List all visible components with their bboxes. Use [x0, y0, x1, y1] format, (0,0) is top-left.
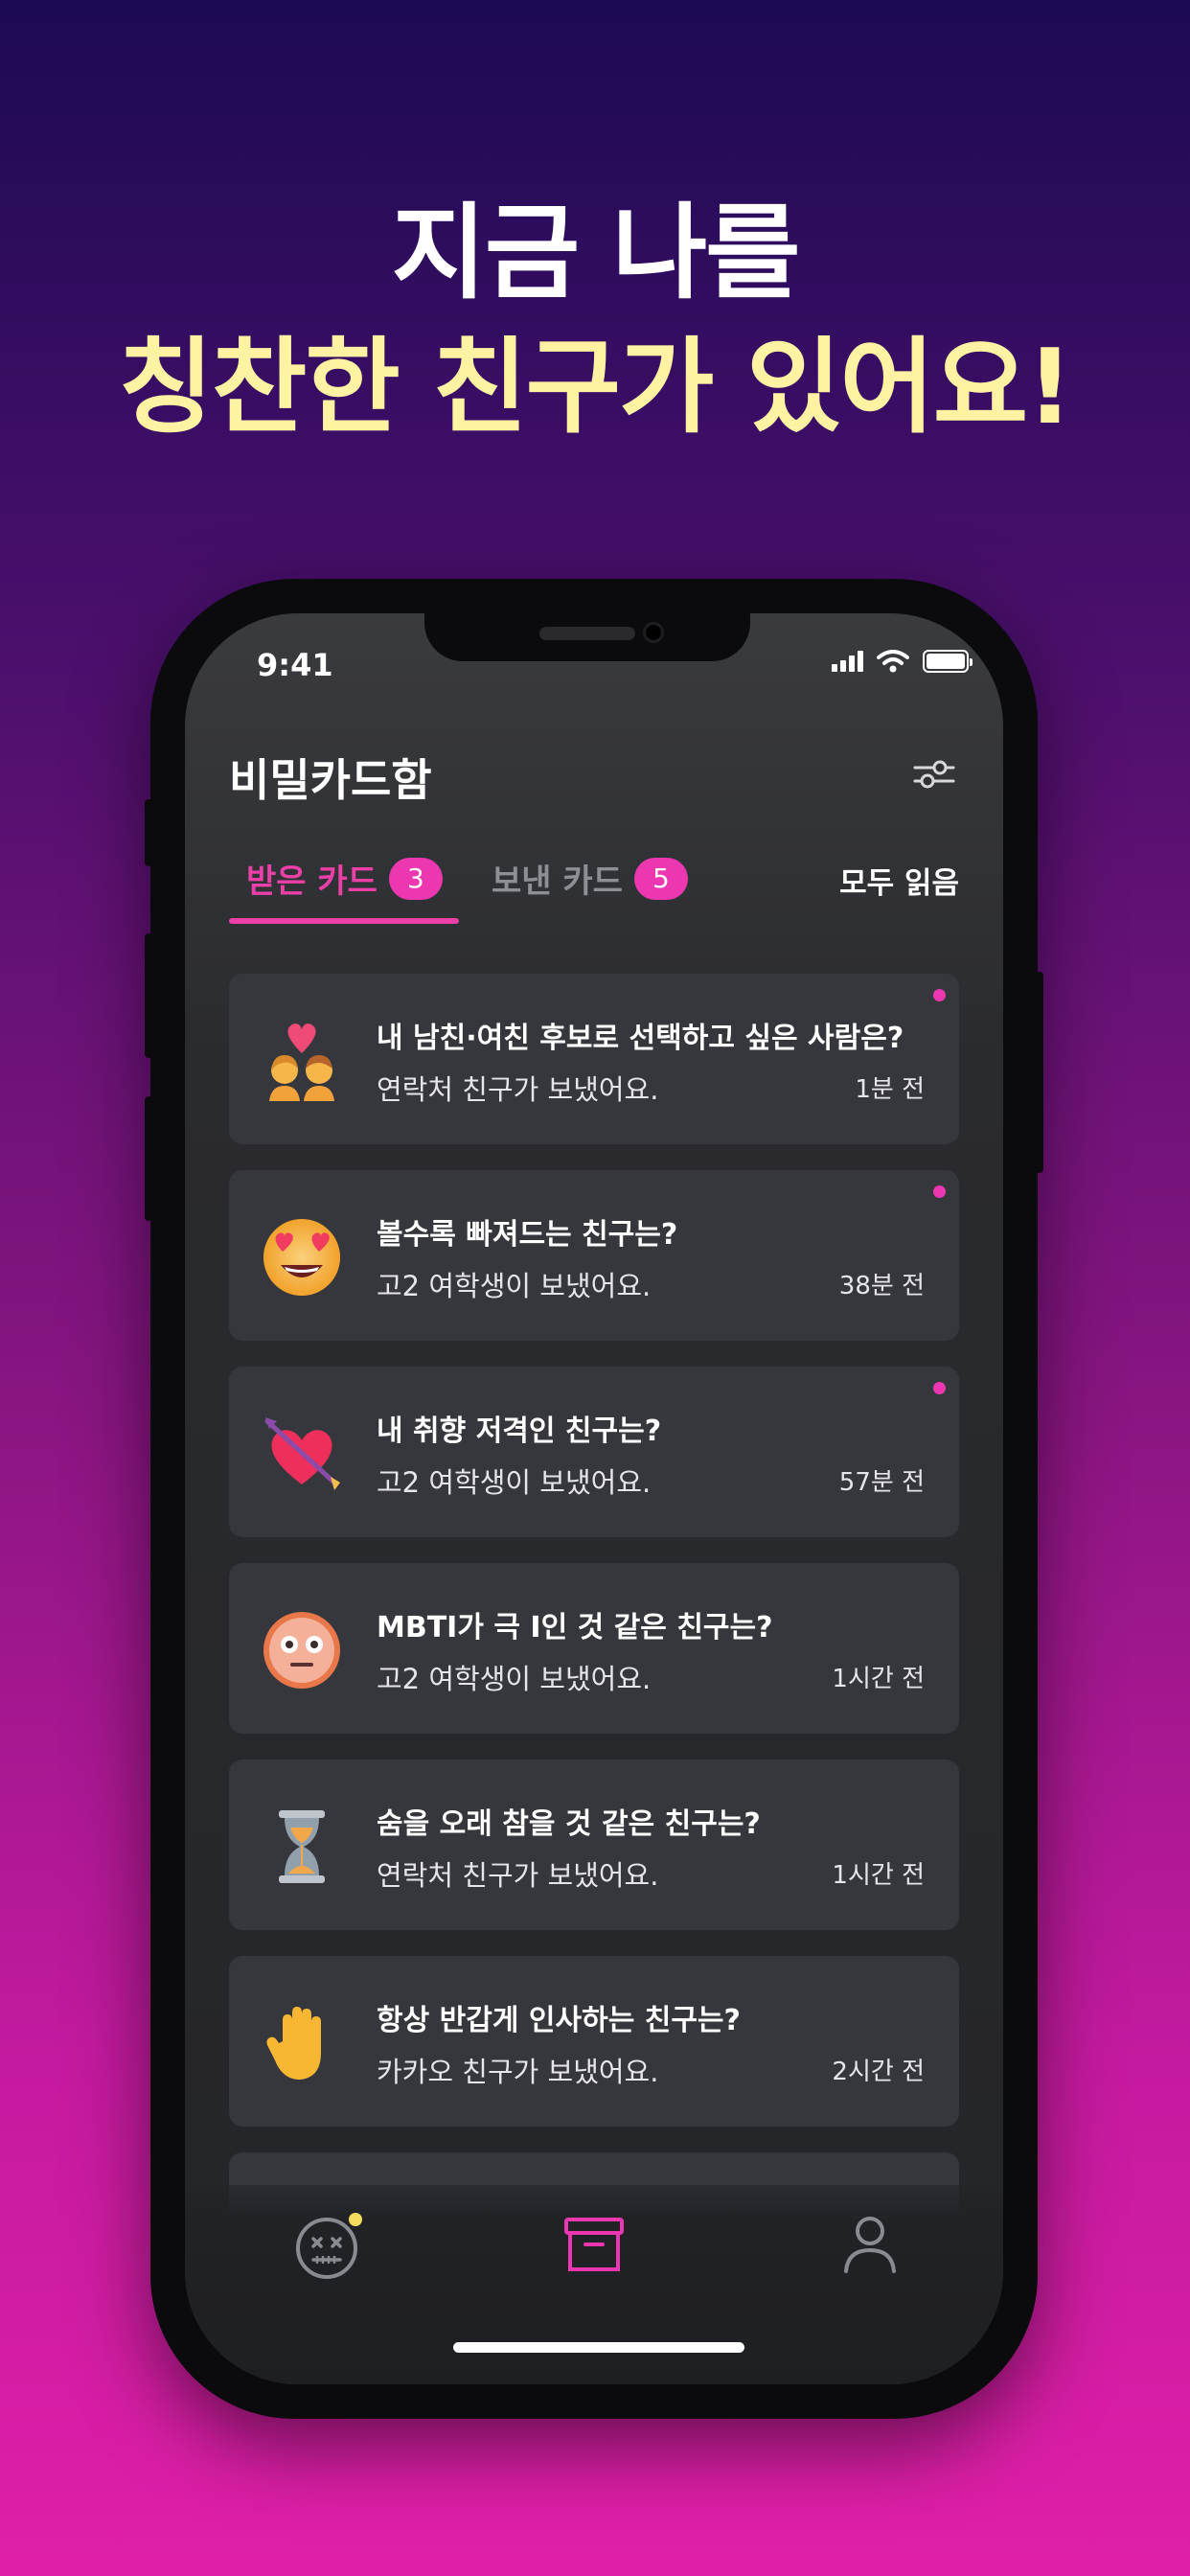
sliders-icon[interactable]: [911, 755, 957, 794]
active-tab-indicator: [229, 918, 459, 924]
dizzy-face-icon[interactable]: [288, 2206, 365, 2283]
wifi-icon: [877, 650, 909, 673]
speaker: [539, 627, 635, 640]
notification-dot: [349, 2213, 362, 2226]
status-icons: [832, 650, 973, 673]
card-question: 숨을 오래 참을 것 같은 친구는?: [377, 1807, 761, 1841]
card-question: 내 남친·여친 후보로 선택하고 싶은 사람은?: [377, 1022, 904, 1055]
kissing-couple-emoji: [269, 1024, 334, 1101]
unread-dot: [933, 1382, 946, 1394]
home-indicator: [453, 2342, 744, 2353]
card-time: 38분 전: [838, 1272, 925, 1300]
phone-mockup: 9:41 비밀카드함 받은 카드 3 보낸 카드 5 모두 읽음 내 남친·여친…: [145, 579, 1043, 2419]
card-item[interactable]: 볼수록 빠져드는 친구는? 고2 여학생이 보냈어요. 38분 전: [229, 1170, 959, 1341]
card-tabs: 받은 카드 3 보낸 카드 5 모두 읽음: [229, 855, 959, 912]
marketing-headline: 지금 나를 칭찬한 친구가 있어요!: [0, 187, 1190, 455]
hourglass-emoji: [279, 1810, 325, 1883]
headline-line-2: 칭찬한 친구가 있어요!: [118, 328, 1074, 448]
tab-received-cards[interactable]: 받은 카드 3: [246, 855, 443, 902]
headline-line-1: 지금 나를: [391, 194, 800, 313]
card-item[interactable]: 항상 반갑게 인사하는 친구는? 카카오 친구가 보냈어요. 2시간 전: [229, 1956, 959, 2127]
tab-sent-cards[interactable]: 보낸 카드 5: [492, 855, 688, 902]
card-time: 1시간 전: [832, 1861, 925, 1890]
card-question: 항상 반갑게 인사하는 친구는?: [377, 2004, 741, 2037]
received-count-badge: 3: [388, 857, 443, 900]
power-button: [1036, 972, 1043, 1173]
mark-all-read-button[interactable]: 모두 읽음: [839, 859, 959, 902]
card-question: 볼수록 빠져드는 친구는?: [377, 1218, 678, 1252]
sent-count-badge: 5: [633, 857, 688, 900]
unread-dot: [933, 989, 946, 1001]
card-sender: 고2 여학생이 보냈어요.: [377, 1663, 652, 1695]
volume-up-button: [145, 933, 152, 1058]
card-sender: 고2 여학생이 보냈어요.: [377, 1270, 652, 1302]
mute-switch: [145, 799, 152, 866]
card-question: MBTI가 극 I인 것 같은 친구는?: [377, 1611, 773, 1644]
card-item[interactable]: 내 남친·여친 후보로 선택하고 싶은 사람은? 연락처 친구가 보냈어요. 1…: [229, 974, 959, 1144]
tab-received-label: 받은 카드: [246, 862, 378, 901]
card-time: 57분 전: [838, 1468, 925, 1497]
neutral-face-emoji: [263, 1612, 340, 1689]
archive-box-icon[interactable]: [561, 2210, 628, 2277]
card-item[interactable]: MBTI가 극 I인 것 같은 친구는? 고2 여학생이 보냈어요. 1시간 전: [229, 1563, 959, 1734]
signal-icon: [832, 651, 863, 672]
page-title: 비밀카드함: [229, 754, 432, 806]
card-sender: 연락처 친구가 보냈어요.: [377, 1859, 659, 1892]
card-sender: 연락처 친구가 보냈어요.: [377, 1073, 659, 1106]
card-time: 1시간 전: [832, 1665, 925, 1693]
card-question: 내 취향 저격인 친구는?: [377, 1414, 662, 1448]
raised-hand-emoji: [266, 2007, 321, 2080]
card-item[interactable]: 숨을 오래 참을 것 같은 친구는? 연락처 친구가 보냈어요. 1시간 전: [229, 1760, 959, 1930]
profile-icon[interactable]: [836, 2210, 904, 2277]
phone-screen: 9:41 비밀카드함 받은 카드 3 보낸 카드 5 모두 읽음 내 남친·여친…: [185, 613, 1003, 2384]
card-time: 2시간 전: [832, 2058, 925, 2086]
unread-dot: [933, 1185, 946, 1198]
status-time: 9:41: [257, 647, 333, 683]
card-sender: 고2 여학생이 보냈어요.: [377, 1466, 652, 1499]
card-sender: 카카오 친구가 보냈어요.: [377, 2056, 659, 2088]
front-camera: [643, 622, 664, 643]
volume-down-button: [145, 1096, 152, 1221]
notch: [424, 613, 750, 661]
battery-icon: [923, 650, 973, 673]
tab-sent-label: 보낸 카드: [492, 862, 623, 901]
card-item[interactable]: 내 취향 저격인 친구는? 고2 여학생이 보냈어요. 57분 전: [229, 1367, 959, 1537]
card-time: 1분 전: [855, 1075, 925, 1104]
bottom-tab-bar: [185, 2185, 1003, 2384]
heart-eyes-emoji: [263, 1219, 340, 1296]
heart-arrow-emoji: [264, 1417, 340, 1490]
